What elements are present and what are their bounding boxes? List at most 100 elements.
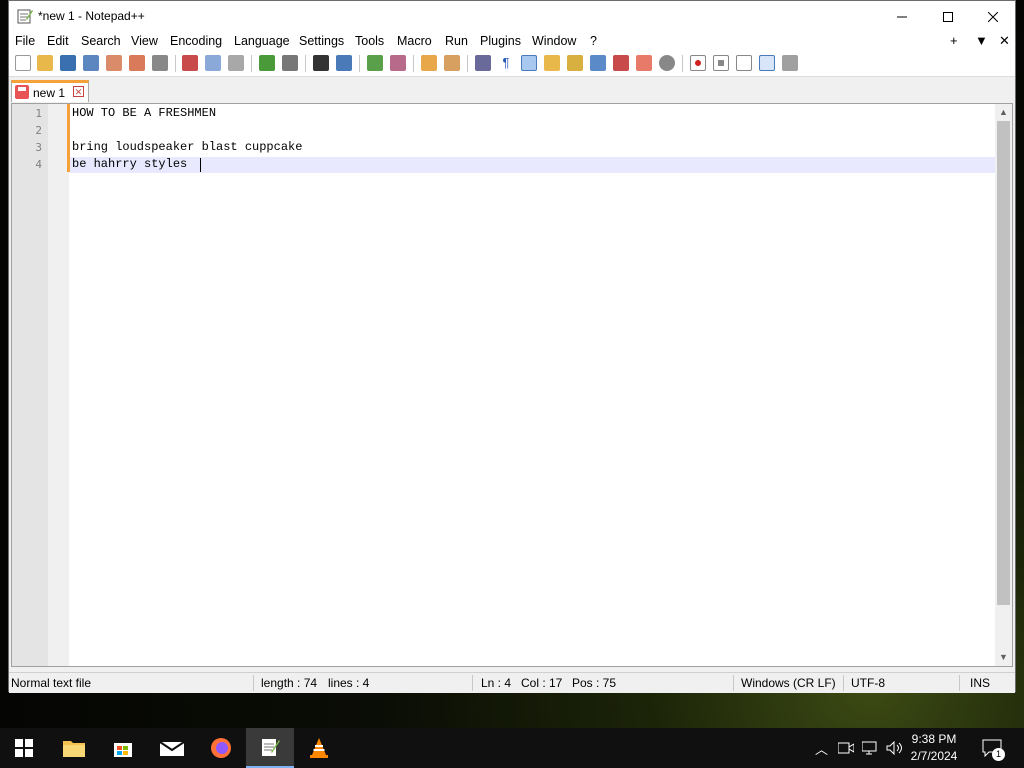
volume-icon[interactable]	[886, 728, 904, 768]
new-file-icon[interactable]	[15, 55, 31, 71]
taskbar-microsoft-store[interactable]	[99, 728, 147, 768]
notifications-button[interactable]: 1	[982, 728, 1005, 768]
document-map-icon[interactable]	[567, 55, 583, 71]
menu-plugins[interactable]: Plugins	[480, 34, 521, 48]
replace-icon[interactable]	[336, 55, 352, 71]
taskbar-mail[interactable]	[148, 728, 196, 768]
minimize-button[interactable]	[879, 1, 925, 32]
taskbar-firefox[interactable]	[197, 728, 245, 768]
print-icon[interactable]	[152, 55, 168, 71]
close-all-icon[interactable]	[129, 55, 145, 71]
menu-window[interactable]: Window	[532, 34, 576, 48]
meet-now-icon[interactable]	[838, 728, 854, 768]
paste-icon[interactable]	[228, 55, 244, 71]
toolbar-divider	[467, 55, 468, 72]
status-divider	[253, 675, 254, 691]
save-all-icon[interactable]	[83, 55, 99, 71]
status-bar: Normal text file length : 74 lines : 4 L…	[9, 672, 1015, 693]
zoom-in-icon[interactable]	[367, 55, 383, 71]
status-divider	[472, 675, 473, 691]
tab-close-icon[interactable]: ✕	[73, 86, 84, 97]
toolbar-divider	[175, 55, 176, 72]
show-hidden-icons-chevron-icon[interactable]: ︿	[815, 728, 828, 768]
menu-search[interactable]: Search	[81, 34, 121, 48]
new-tab-plus-icon[interactable]: +	[950, 33, 958, 48]
scroll-up-icon[interactable]: ▲	[995, 104, 1012, 121]
menu-language[interactable]: Language	[234, 34, 290, 48]
playback-macro-icon[interactable]	[736, 55, 752, 71]
record-macro-icon[interactable]	[690, 55, 706, 71]
close-file-icon[interactable]	[106, 55, 122, 71]
taskbar-file-explorer[interactable]	[50, 728, 98, 768]
menu-edit[interactable]: Edit	[47, 34, 69, 48]
text-line[interactable]: bring loudspeaker blast cuppcake	[72, 140, 302, 154]
scrollbar-thumb[interactable]	[997, 121, 1010, 605]
taskbar-vlc[interactable]	[295, 728, 343, 768]
redo-icon[interactable]	[282, 55, 298, 71]
monitoring-icon[interactable]	[659, 55, 675, 71]
scroll-down-icon[interactable]: ▼	[995, 649, 1012, 666]
taskbar: ︿ 9:38 PM 2/7/2024 1	[0, 728, 1024, 768]
title-bar[interactable]: *new 1 - Notepad++	[9, 1, 1015, 32]
menu-view[interactable]: View	[131, 34, 158, 48]
text-line[interactable]: HOW TO BE A FRESHMEN	[72, 106, 216, 120]
sync-vertical-icon[interactable]	[421, 55, 437, 71]
sync-horizontal-icon[interactable]	[444, 55, 460, 71]
menu-file[interactable]: File	[15, 34, 35, 48]
status-encoding[interactable]: UTF-8	[851, 676, 885, 690]
vertical-scrollbar[interactable]: ▲ ▼	[995, 104, 1012, 666]
indent-guide-icon[interactable]	[521, 55, 537, 71]
stop-recording-icon[interactable]	[713, 55, 729, 71]
find-icon[interactable]	[313, 55, 329, 71]
status-line-number: Ln : 4	[481, 676, 512, 690]
toolbar-divider	[359, 55, 360, 72]
menu-run[interactable]: Run	[445, 34, 468, 48]
function-list-icon[interactable]	[613, 55, 629, 71]
user-defined-language-icon[interactable]	[544, 55, 560, 71]
vlc-cone-icon	[310, 738, 328, 758]
tab-label: new 1	[33, 86, 66, 100]
tab-list-dropdown-icon[interactable]: ▼	[975, 33, 988, 48]
camera-icon	[838, 742, 854, 754]
taskbar-notepadpp[interactable]	[246, 728, 294, 768]
status-filetype: Normal text file	[11, 676, 92, 690]
speaker-icon	[886, 741, 902, 755]
zoom-out-icon[interactable]	[390, 55, 406, 71]
menu-encoding[interactable]: Encoding	[170, 34, 222, 48]
save-macro-icon[interactable]	[782, 55, 798, 71]
store-icon	[114, 743, 132, 757]
text-line[interactable]: be hahrry styles	[72, 157, 187, 171]
status-length: length : 74	[261, 676, 318, 690]
copy-icon[interactable]	[205, 55, 221, 71]
maximize-icon	[943, 11, 953, 22]
system-clock[interactable]: 9:38 PM 2/7/2024	[904, 731, 964, 765]
ethernet-icon	[862, 741, 877, 755]
menu-help[interactable]: ?	[590, 34, 597, 48]
line-number: 1	[35, 107, 42, 120]
status-insert-mode[interactable]: INS	[970, 676, 990, 690]
firefox-icon	[211, 738, 231, 758]
word-wrap-icon[interactable]	[475, 55, 491, 71]
status-eol[interactable]: Windows (CR LF)	[741, 676, 836, 690]
maximize-button[interactable]	[925, 1, 971, 32]
menu-macro[interactable]: Macro	[397, 34, 432, 48]
show-all-characters-icon[interactable]: ¶	[498, 55, 514, 71]
folder-as-workspace-icon[interactable]	[636, 55, 652, 71]
fold-margin	[48, 104, 69, 666]
menu-settings[interactable]: Settings	[299, 34, 344, 48]
network-icon[interactable]	[862, 728, 880, 768]
cut-icon[interactable]	[182, 55, 198, 71]
close-button[interactable]	[970, 1, 1016, 32]
start-button[interactable]	[0, 728, 48, 768]
document-list-icon[interactable]	[590, 55, 606, 71]
run-macro-multiple-icon[interactable]	[759, 55, 775, 71]
save-icon[interactable]	[60, 55, 76, 71]
tab-new-1[interactable]: new 1 ✕	[11, 80, 89, 102]
current-line-highlight	[70, 157, 996, 173]
menu-tools[interactable]: Tools	[355, 34, 384, 48]
text-editor[interactable]: 1 2 3 4 HOW TO BE A FRESHMEN bring louds…	[11, 103, 1013, 667]
close-document-icon[interactable]: ✕	[999, 33, 1010, 49]
open-file-icon[interactable]	[37, 55, 53, 71]
clock-time: 9:38 PM	[911, 732, 957, 746]
undo-icon[interactable]	[259, 55, 275, 71]
